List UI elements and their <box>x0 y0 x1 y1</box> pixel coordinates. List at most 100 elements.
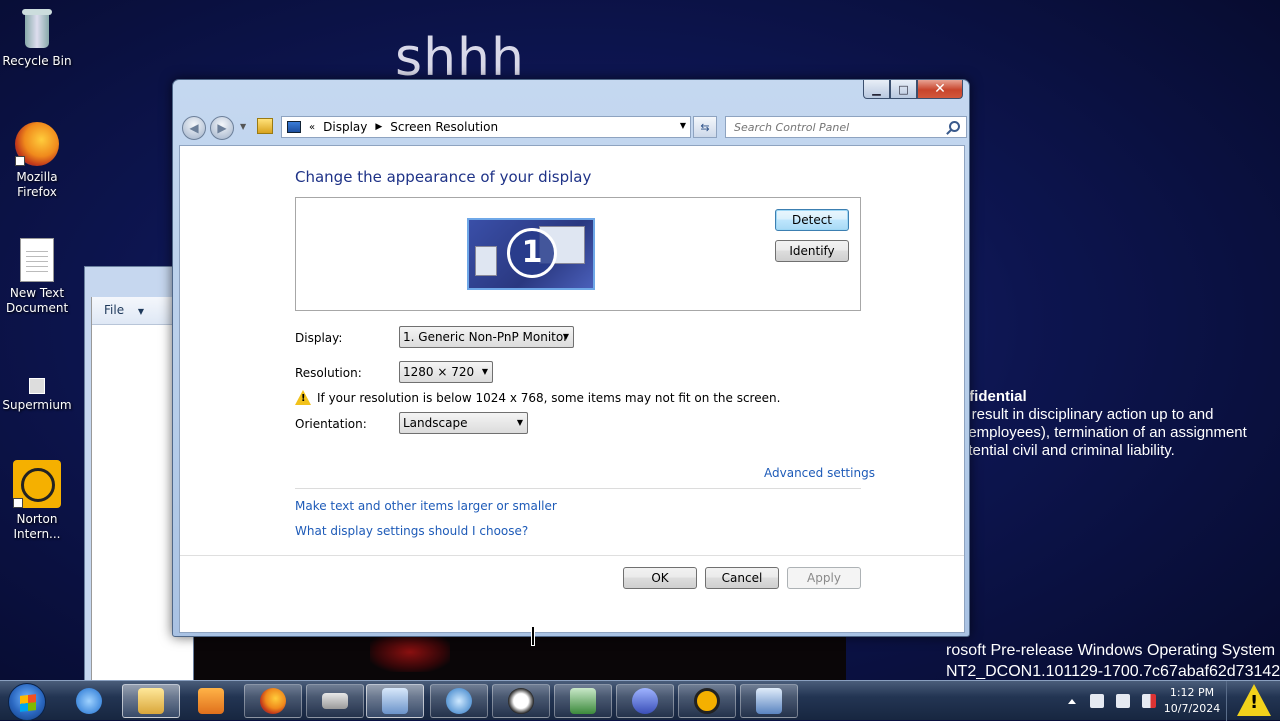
desktop-icon-supermium[interactable]: Supermium <box>0 378 74 413</box>
taskbar-drive[interactable] <box>306 684 364 718</box>
resolution-select[interactable]: 1280 × 720 ▼ <box>399 361 493 383</box>
back-arrow-icon: ◀ <box>189 121 199 135</box>
search-input[interactable] <box>734 121 934 134</box>
desktop-icon-recycle-bin[interactable]: Recycle Bin <box>0 6 74 69</box>
maximize-button[interactable]: □ <box>890 80 917 99</box>
flag-icon[interactable] <box>1090 694 1104 708</box>
volume-muted-icon[interactable] <box>1142 694 1156 708</box>
clock-date: 10/7/2024 <box>1163 702 1221 715</box>
taskbar-media-player[interactable] <box>182 684 240 718</box>
ok-button[interactable]: OK <box>623 567 697 589</box>
confidential-line: f employees), termination of an assignme… <box>960 424 1247 441</box>
advanced-settings-link[interactable]: Advanced settings <box>764 466 875 480</box>
up-folder-icon[interactable] <box>257 118 273 134</box>
taskbar-network[interactable] <box>430 684 488 718</box>
display-help-link[interactable]: What display settings should I choose? <box>295 524 528 538</box>
build-line: NT2_DCON1.101129-1700.7c67abaf62d73142 <box>946 663 1280 680</box>
content-pane: Change the appearance of your display 1 … <box>179 145 965 633</box>
confidential-line: y result in disciplinary action up to an… <box>960 406 1214 423</box>
taskbar-control-panel[interactable] <box>366 684 424 718</box>
warning-icon <box>295 390 311 405</box>
cancel-button[interactable]: Cancel <box>705 567 779 589</box>
show-desktop-button[interactable] <box>1226 681 1280 721</box>
resolution-warning: If your resolution is below 1024 x 768, … <box>317 391 781 405</box>
file-menu[interactable]: File <box>104 303 124 317</box>
address-dropdown-icon[interactable]: ▼ <box>680 121 686 130</box>
desktop-icon-label: Supermium <box>2 398 72 412</box>
desktop-icon-firefox[interactable]: Mozilla Firefox <box>0 122 74 200</box>
orientation-select-value: Landscape <box>403 416 468 430</box>
taskbar-panda[interactable] <box>492 684 550 718</box>
identify-button[interactable]: Identify <box>775 240 849 262</box>
notification-area <box>1060 681 1162 721</box>
show-hidden-icons-icon[interactable] <box>1068 698 1076 704</box>
media-player-icon <box>198 688 224 714</box>
breadcrumb-display[interactable]: Display <box>323 120 367 134</box>
drive-icon <box>322 693 348 709</box>
start-button[interactable] <box>8 683 46 721</box>
resolution-select-value: 1280 × 720 <box>403 365 475 379</box>
shortcut-arrow-icon <box>13 498 23 508</box>
taskbar-norton[interactable] <box>678 684 736 718</box>
monitor-arrangement-area: 1 Detect Identify <box>295 197 861 311</box>
build-watermark: rosoft Pre-release Windows Operating Sys… <box>946 640 1280 682</box>
address-bar[interactable]: « Display ▶ Screen Resolution ▼ <box>281 116 691 138</box>
internet-explorer-icon <box>76 688 102 714</box>
display-select-value: 1. Generic Non-PnP Monitor <box>403 330 569 344</box>
desktop-icon-new-text-document[interactable]: New Text Document <box>0 238 74 316</box>
bird-icon <box>632 688 658 714</box>
confidential-title: nfidential <box>960 388 1027 405</box>
text-size-link[interactable]: Make text and other items larger or smal… <box>295 499 557 513</box>
taskbar-task-manager[interactable] <box>554 684 612 718</box>
control-panel-icon <box>287 121 301 133</box>
taskbar-firefox[interactable] <box>244 684 302 718</box>
search-icon[interactable] <box>949 121 960 132</box>
minimize-button[interactable]: ▁ <box>863 80 890 99</box>
wallpaper-confidential-notice: nfidential y result in disciplinary acti… <box>960 388 1247 460</box>
norton-icon <box>694 688 720 714</box>
folder-icon <box>138 688 164 714</box>
taskbar: 1:12 PM 10/7/2024 <box>0 680 1280 721</box>
clock[interactable]: 1:12 PM 10/7/2024 <box>1162 685 1222 717</box>
chevron-down-icon[interactable]: ▼ <box>138 307 144 316</box>
back-button[interactable]: ◀ <box>182 116 206 140</box>
apply-button[interactable]: Apply <box>787 567 861 589</box>
taskbar-bird-app[interactable] <box>616 684 674 718</box>
refresh-button[interactable]: ⇆ <box>693 116 717 138</box>
close-icon: ✕ <box>934 81 946 97</box>
panda-icon <box>508 688 534 714</box>
refresh-icon: ⇆ <box>700 120 710 134</box>
chevron-down-icon: ▼ <box>562 332 569 341</box>
orientation-select[interactable]: Landscape ▼ <box>399 412 528 434</box>
display-label: Display: <box>295 331 343 345</box>
detect-button[interactable]: Detect <box>775 209 849 231</box>
monitor-window-icon <box>475 246 497 276</box>
warning-icon <box>1237 684 1271 716</box>
recent-pages-dropdown[interactable]: ▼ <box>240 122 246 131</box>
forward-button[interactable]: ▶ <box>210 116 234 140</box>
build-line: rosoft Pre-release Windows Operating Sys… <box>946 642 1276 659</box>
network-icon[interactable] <box>1116 694 1130 708</box>
taskbar-internet-explorer[interactable] <box>60 684 118 718</box>
divider <box>295 488 861 489</box>
breadcrumb-screen-resolution[interactable]: Screen Resolution <box>390 120 498 134</box>
background-image-strip <box>190 632 846 680</box>
forward-arrow-icon: ▶ <box>217 121 227 135</box>
search-box[interactable] <box>725 116 967 138</box>
confidential-line: otential civil and criminal liability. <box>960 442 1175 459</box>
close-button[interactable]: ✕ <box>917 80 963 99</box>
desktop-icon-norton[interactable]: Norton Intern... <box>0 460 74 542</box>
breadcrumb-overflow-icon[interactable]: « <box>309 122 315 133</box>
clock-time: 1:12 PM <box>1169 686 1215 699</box>
taskbar-display-settings[interactable] <box>740 684 798 718</box>
page-title: Change the appearance of your display <box>295 168 592 186</box>
screen-resolution-window[interactable]: ▁ □ ✕ ◀ ▶ ▼ « Display ▶ Screen Resolutio… <box>172 79 970 637</box>
desktop-icon-label: Recycle Bin <box>2 54 72 68</box>
display-select[interactable]: 1. Generic Non-PnP Monitor ▼ <box>399 326 574 348</box>
taskbar-windows-explorer[interactable] <box>122 684 180 718</box>
resize-cursor-icon <box>528 624 536 646</box>
desktop-icon-label: Mozilla Firefox <box>16 170 58 199</box>
breadcrumb-arrow-icon[interactable]: ▶ <box>375 122 382 132</box>
monitor-1-icon[interactable]: 1 <box>467 218 595 290</box>
chevron-down-icon: ▼ <box>516 418 523 427</box>
